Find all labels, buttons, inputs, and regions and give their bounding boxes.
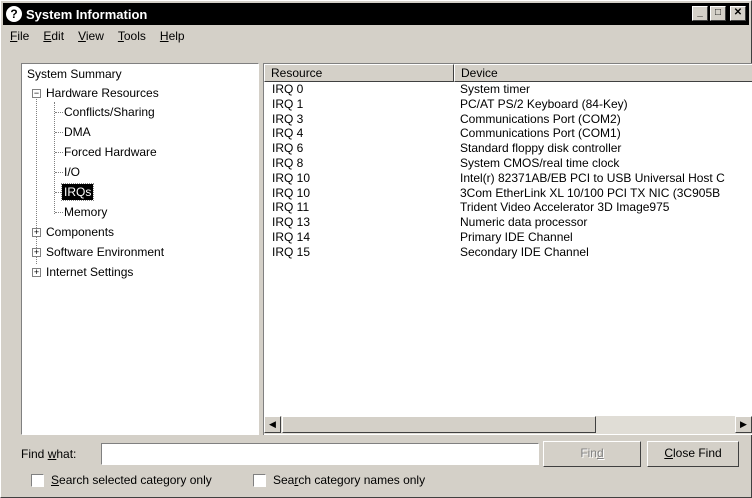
device-cell: Numeric data processor xyxy=(460,215,588,230)
device-cell: PC/AT PS/2 Keyboard (84-Key) xyxy=(460,96,628,111)
horizontal-scrollbar[interactable]: ◀ ▶ xyxy=(264,416,752,434)
tree-item-hardware-resources[interactable]: Hardware Resources xyxy=(44,83,161,103)
tree-item-forced-hardware[interactable]: Forced Hardware xyxy=(62,142,159,162)
resource-cell: IRQ 3 xyxy=(272,111,304,126)
column-header-device[interactable]: Device xyxy=(454,64,752,82)
device-cell: System timer xyxy=(460,82,531,96)
search-selected-category-checkbox[interactable]: Search selected category only xyxy=(31,473,212,487)
search-category-names-checkbox[interactable]: Sea r ch category names only xyxy=(253,473,425,487)
category-tree[interactable]: System Summary − Hardware Resources Conf… xyxy=(21,63,259,435)
table-row[interactable]: IRQ 6 Standard floppy disk controller xyxy=(264,141,752,156)
device-cell: Secondary IDE Channel xyxy=(460,244,589,259)
table-row[interactable]: IRQ 1 PC/AT PS/2 Keyboard (84-Key) xyxy=(264,97,752,112)
menu-edit[interactable]: Edit xyxy=(36,27,71,45)
checkbox-box[interactable] xyxy=(31,473,44,487)
resource-cell: IRQ 13 xyxy=(272,215,311,230)
find-button[interactable]: Find xyxy=(543,441,641,467)
table-row[interactable]: IRQ 10 3Com EtherLink XL 10/100 PCI TX NI… xyxy=(264,186,752,201)
resource-list[interactable]: Resource Device IRQ 0 System timer IRQ 1 P… xyxy=(263,63,752,435)
maximize-button[interactable]: □ xyxy=(710,6,726,21)
minimize-button[interactable]: _ xyxy=(692,6,708,21)
device-cell: Communications Port (COM2) xyxy=(460,111,621,126)
table-row[interactable]: IRQ 0 System timer xyxy=(264,82,752,97)
tree-item-dma[interactable]: DMA xyxy=(62,122,93,142)
resource-cell: IRQ 11 xyxy=(272,200,310,215)
table-row[interactable]: IRQ 4 Communications Port (COM1) xyxy=(264,126,752,141)
table-row[interactable]: IRQ 3 Communications Port (COM2) xyxy=(264,112,752,127)
table-row[interactable]: IRQ 8 System CMOS/real time clock xyxy=(264,156,752,171)
find-what-label: Find what: xyxy=(21,447,77,461)
collapse-hardware-icon[interactable]: − xyxy=(32,89,41,98)
expand-internet-icon[interactable]: + xyxy=(32,268,41,277)
device-cell: Communications Port (COM1) xyxy=(460,126,621,141)
table-row[interactable]: IRQ 13 Numeric data processor xyxy=(264,215,752,230)
find-what-input[interactable] xyxy=(101,443,539,465)
table-row[interactable]: IRQ 11 Trident Video Accelerator 3D Image… xyxy=(264,200,752,215)
device-cell: 3Com EtherLink XL 10/100 PCI TX NIC (3C9… xyxy=(460,185,721,200)
menu-bar: File Edit View Tools Help xyxy=(3,26,192,46)
device-cell: Trident Video Accelerator 3D Image975 xyxy=(460,200,670,215)
device-cell: System CMOS/real time clock xyxy=(460,155,620,170)
tree-item-irqs[interactable]: IRQs xyxy=(60,182,95,202)
scroll-left-arrow-icon[interactable]: ◀ xyxy=(264,416,281,433)
resource-cell: IRQ 0 xyxy=(272,82,304,96)
close-find-button[interactable]: Close Find xyxy=(647,441,739,467)
tree-connector xyxy=(54,102,55,214)
resource-cell: IRQ 6 xyxy=(272,141,304,156)
table-row[interactable]: IRQ 14 Primary IDE Channel xyxy=(264,230,752,245)
table-row[interactable]: IRQ 15 Secondary IDE Channel xyxy=(264,245,752,260)
tree-item-conflicts-sharing[interactable]: Conflicts/Sharing xyxy=(62,102,157,122)
device-cell: Intel(r) 82371AB/EB PCI to USB Universal… xyxy=(460,170,725,185)
scrollbar-thumb[interactable] xyxy=(282,416,596,433)
resource-cell: IRQ 4 xyxy=(272,126,304,141)
help-question-icon: ? xyxy=(6,6,22,22)
menu-view[interactable]: View xyxy=(71,27,111,45)
close-button[interactable]: ✕ xyxy=(730,6,746,21)
checkbox-box[interactable] xyxy=(253,473,266,487)
resource-cell: IRQ 14 xyxy=(272,229,311,244)
window-title: System Information xyxy=(26,6,148,22)
device-cell: Primary IDE Channel xyxy=(460,229,573,244)
table-row[interactable]: IRQ 10 Intel(r) 82371AB/EB PCI to USB Uni… xyxy=(264,171,752,186)
resource-cell: IRQ 15 xyxy=(272,244,311,259)
menu-help[interactable]: Help xyxy=(153,27,192,45)
tree-item-io[interactable]: I/O xyxy=(62,162,82,182)
list-header: Resource Device xyxy=(264,64,752,82)
list-rows: IRQ 0 System timer IRQ 1 PC/AT PS/2 Keyboa… xyxy=(264,82,752,260)
tree-connector xyxy=(36,94,37,264)
resource-cell: IRQ 8 xyxy=(272,155,304,170)
expand-components-icon[interactable]: + xyxy=(32,228,41,237)
menu-tools[interactable]: Tools xyxy=(111,27,153,45)
tree-item-internet-settings[interactable]: Internet Settings xyxy=(44,262,135,282)
title-bar[interactable]: ? System Information _ □ ✕ xyxy=(3,3,749,25)
system-information-window: ? System Information _ □ ✕ File Edit Vie… xyxy=(0,0,752,498)
expand-software-icon[interactable]: + xyxy=(32,248,41,257)
tree-item-software-environment[interactable]: Software Environment xyxy=(44,242,166,262)
column-header-resource[interactable]: Resource xyxy=(264,64,454,82)
scroll-right-arrow-icon[interactable]: ▶ xyxy=(735,416,752,433)
resource-cell: IRQ 10 xyxy=(272,185,311,200)
resource-cell: IRQ 10 xyxy=(272,170,311,185)
tree-item-components[interactable]: Components xyxy=(44,222,116,242)
device-cell: Standard floppy disk controller xyxy=(460,141,622,156)
tree-item-memory[interactable]: Memory xyxy=(62,202,109,222)
resource-cell: IRQ 1 xyxy=(272,96,304,111)
menu-file[interactable]: File xyxy=(3,27,36,45)
tree-item-system-summary[interactable]: System Summary xyxy=(25,64,124,84)
